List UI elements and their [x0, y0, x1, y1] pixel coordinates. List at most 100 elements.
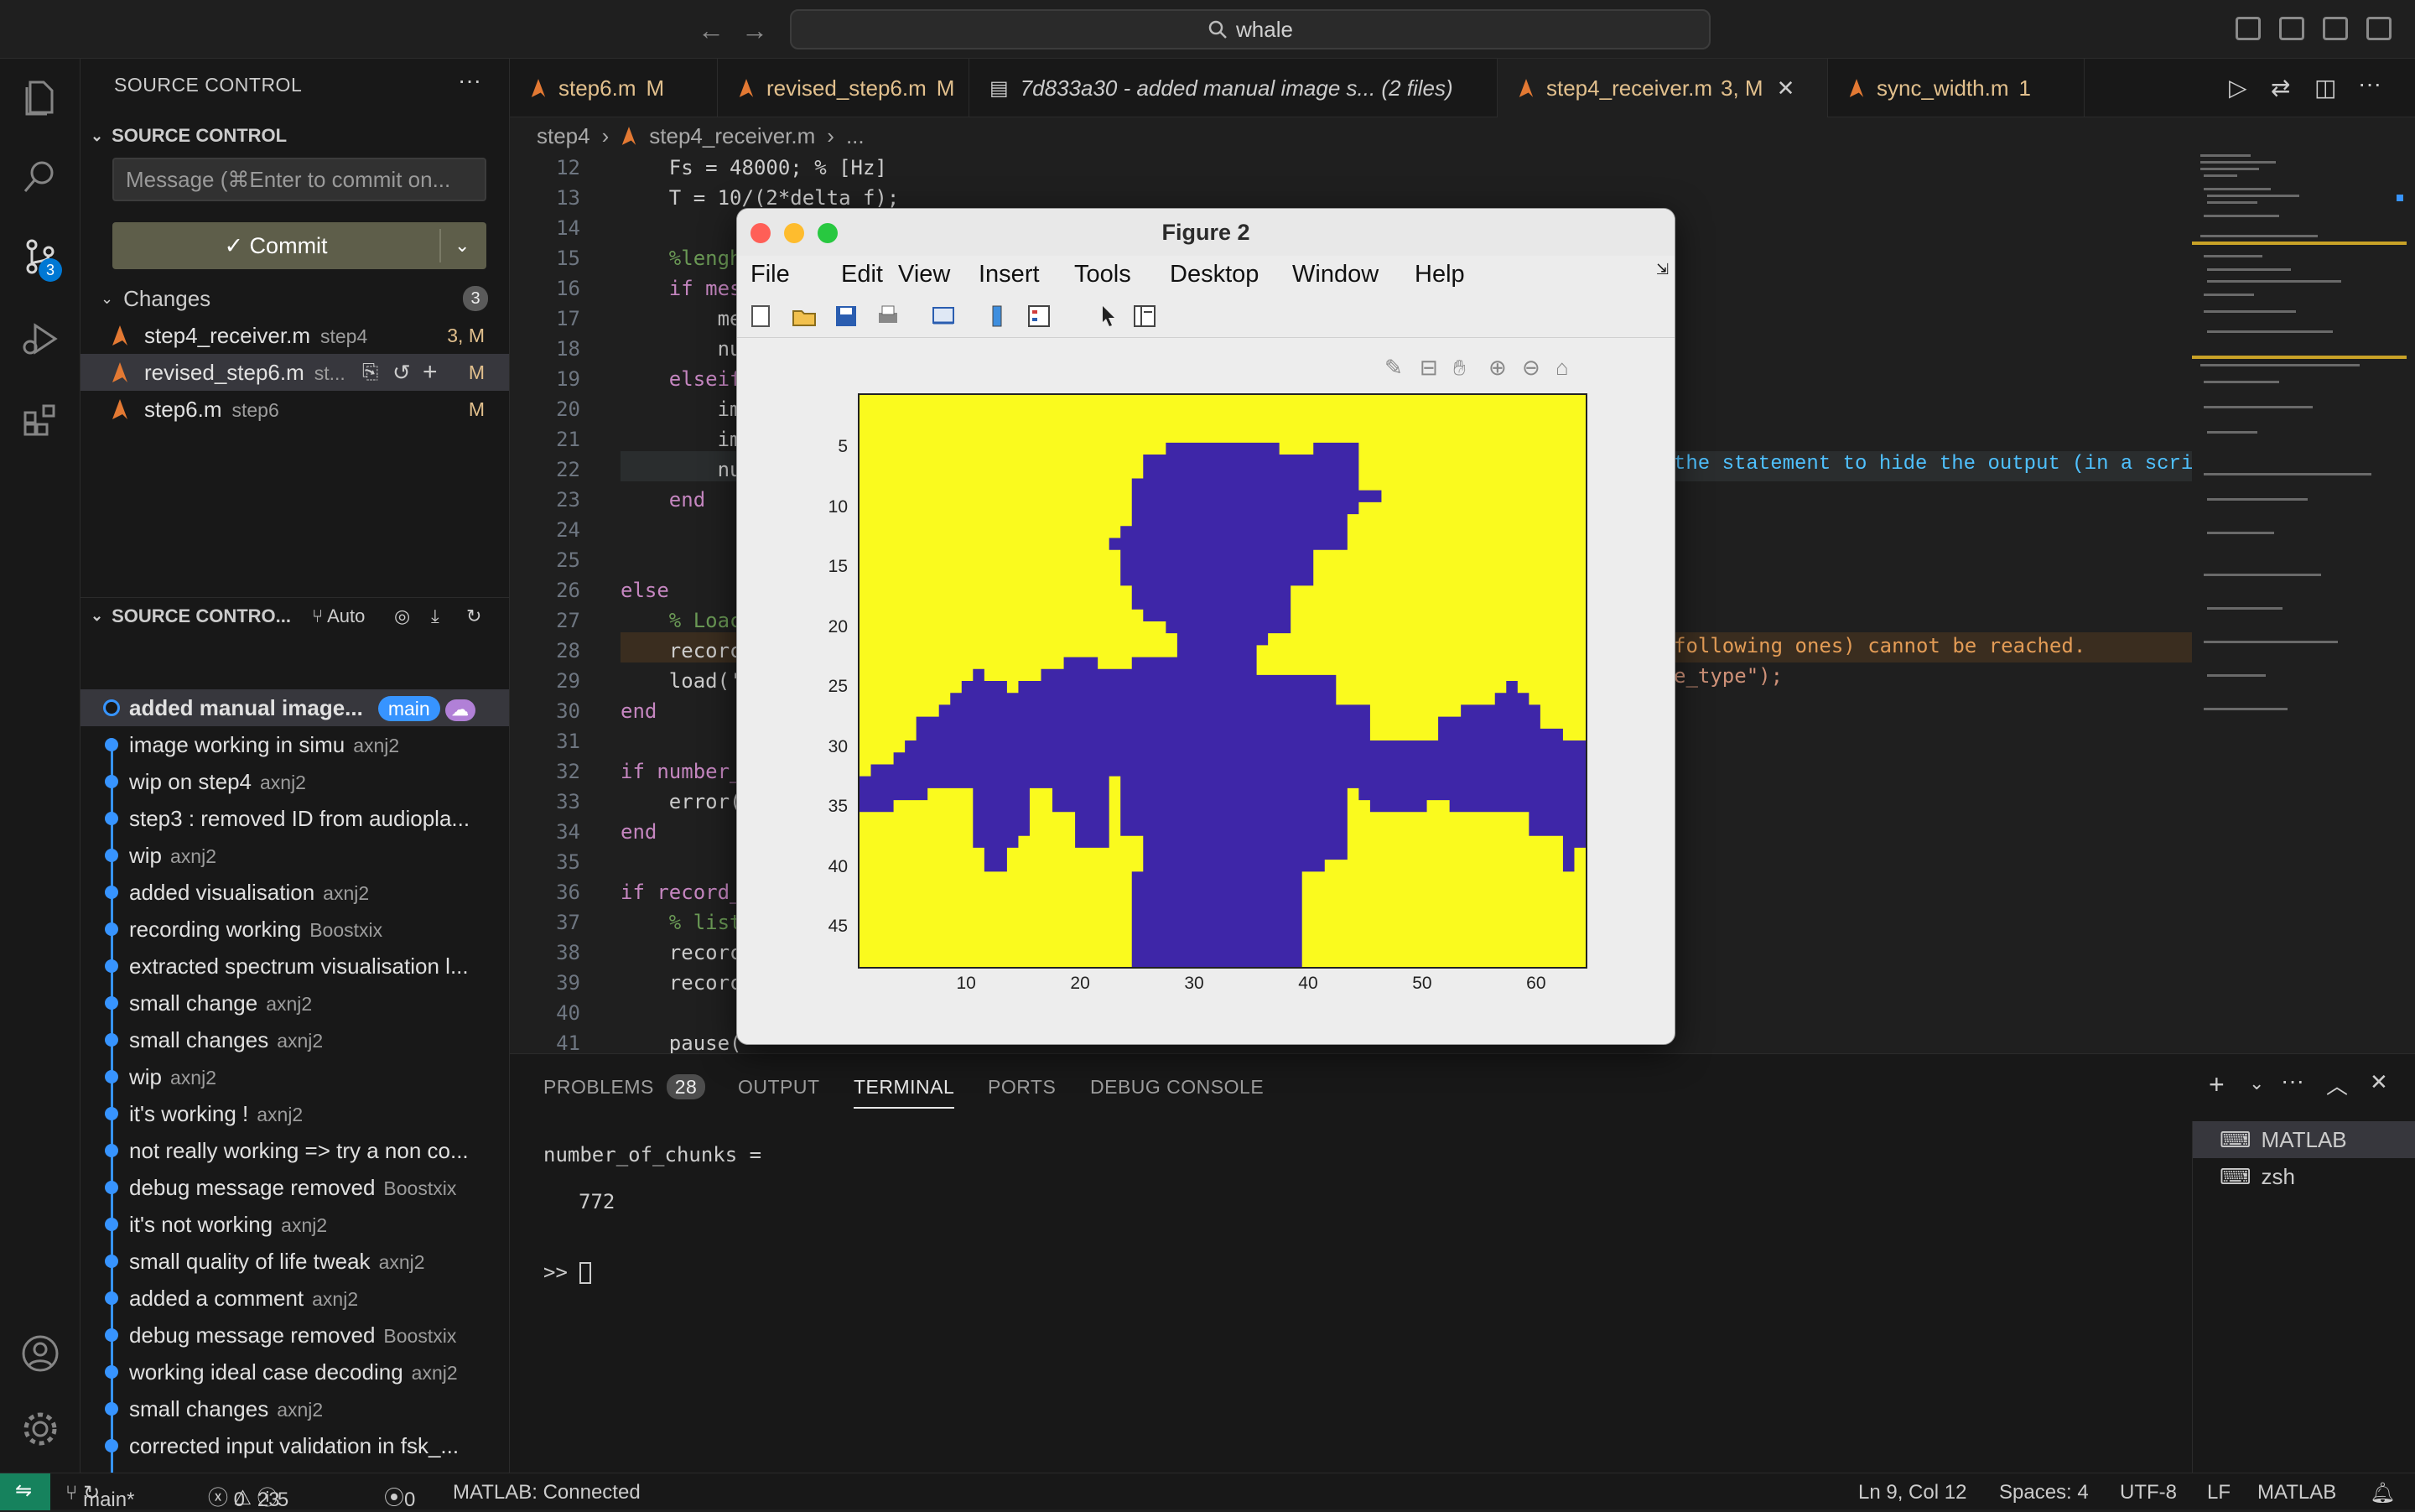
dock-figure-icon[interactable]: ⇲ — [1656, 261, 1669, 278]
remote-indicator[interactable]: ⇋ — [0, 1473, 50, 1510]
property-inspector-icon[interactable] — [1131, 303, 1158, 330]
commit-row[interactable]: it's working ! axnj2 — [80, 1095, 509, 1132]
command-center-search[interactable]: whale — [790, 9, 1711, 49]
auto-branch-selector[interactable]: ⑂ Auto — [312, 605, 365, 627]
graph-section-header[interactable]: ⌄ SOURCE CONTRO... ⑂ Auto ◎ ⤓ ↻ — [80, 597, 509, 634]
indentation[interactable]: Spaces: 4 — [1999, 1481, 2089, 1504]
commit-row[interactable]: wip axnj2 — [80, 1058, 509, 1095]
brush-icon[interactable]: ✎ — [1384, 355, 1403, 381]
zoom-out-icon[interactable]: ⊖ — [1522, 355, 1540, 381]
changes-header[interactable]: ⌄ Changes 3 — [80, 280, 509, 317]
run-debug-icon[interactable] — [20, 319, 60, 359]
commit-row[interactable]: corrected input validation in fsk_... — [80, 1427, 509, 1464]
language-mode[interactable]: MATLAB — [2257, 1481, 2336, 1504]
notifications-bell-icon[interactable]: 🔔︎ — [2370, 1481, 2395, 1505]
zoom-in-icon[interactable]: ⊕ — [1488, 355, 1507, 381]
menu-window[interactable]: Window — [1292, 261, 1379, 288]
source-control-section-header[interactable]: ⌄ SOURCE CONTROL — [80, 117, 509, 154]
terminal-prompt[interactable]: >> — [543, 1260, 592, 1284]
commit-row[interactable]: small change axnj2 — [80, 985, 509, 1021]
open-file-icon[interactable] — [791, 303, 818, 330]
commit-row[interactable]: wip on step4 axnj2 — [80, 763, 509, 800]
commit-row[interactable]: extracted spectrum visualisation l... — [80, 948, 509, 985]
problems-indicator[interactable]: ⓧ 0 ⚠ 23 ⓘ 5 — [208, 1481, 288, 1511]
ports-indicator[interactable]: ⦿ 0 — [384, 1481, 415, 1511]
commit-row[interactable]: small changes axnj2 — [80, 1021, 509, 1058]
menu-file[interactable]: File — [750, 261, 790, 288]
account-icon[interactable] — [20, 1333, 60, 1374]
toggle-secondary-sidebar-icon[interactable] — [2323, 17, 2348, 40]
new-terminal-icon[interactable]: + — [2209, 1069, 2225, 1100]
tab-step6[interactable]: step6.m M — [510, 59, 718, 117]
toggle-panel-icon[interactable] — [2279, 17, 2304, 40]
line-ending[interactable]: LF — [2207, 1481, 2231, 1504]
open-file-icon[interactable]: ⎘ — [362, 361, 378, 384]
data-tips-icon[interactable]: ⊟ — [1420, 355, 1438, 381]
tab-output[interactable]: OUTPUT — [738, 1076, 820, 1099]
tab-revised-step6[interactable]: revised_step6.m M — [718, 59, 969, 117]
commit-row[interactable]: not really working => try a non co... — [80, 1132, 509, 1169]
commit-button[interactable]: ✓ Commit ⌄ — [112, 222, 486, 269]
commit-row[interactable]: small quality of life tweak axnj2 — [80, 1243, 509, 1280]
branch-indicator[interactable]: ⑂ main* ↻ — [65, 1481, 134, 1511]
cursor-position[interactable]: Ln 9, Col 12 — [1858, 1481, 1966, 1504]
commit-message-input[interactable]: Message (⌘Enter to commit on... — [112, 158, 486, 201]
forward-arrow-icon[interactable]: → — [741, 15, 768, 46]
menu-help[interactable]: Help — [1415, 261, 1465, 288]
changed-file-row[interactable]: step4_receiver.m step4 3, M — [80, 317, 509, 354]
changed-file-row[interactable]: revised_step6.m st... ⎘ ↺ + M — [80, 354, 509, 391]
split-editor-icon[interactable]: ◫ — [2314, 74, 2336, 101]
discard-changes-icon[interactable]: ↺ — [392, 360, 411, 386]
commit-row[interactable]: step3 : removed ID from audiopla... — [80, 800, 509, 837]
pan-hand-icon[interactable]: ✋︎ — [1453, 355, 1466, 382]
search-icon[interactable] — [20, 156, 60, 196]
commit-row[interactable]: debug message removed Boostxix — [80, 1317, 509, 1354]
close-panel-icon[interactable]: ✕ — [2370, 1069, 2388, 1095]
pointer-icon[interactable] — [1096, 303, 1123, 330]
run-icon[interactable]: ▷ — [2229, 74, 2247, 101]
commit-row[interactable]: it's not working axnj2 — [80, 1206, 509, 1243]
commit-row[interactable]: wip axnj2 — [80, 837, 509, 874]
tab-problems[interactable]: PROBLEMS 28 — [543, 1074, 706, 1099]
home-icon[interactable]: ⌂ — [1555, 355, 1569, 381]
menu-insert[interactable]: Insert — [979, 261, 1040, 288]
breadcrumb-symbol[interactable]: ... — [846, 123, 865, 149]
settings-gear-icon[interactable] — [20, 1409, 60, 1449]
more-actions-icon[interactable]: ··· — [458, 67, 481, 94]
customize-layout-icon[interactable] — [2366, 17, 2392, 40]
insert-legend-icon[interactable] — [1026, 303, 1052, 330]
commit-row[interactable]: image working in simu axnj2 — [80, 726, 509, 763]
refresh-icon[interactable]: ↻ — [466, 605, 481, 627]
toggle-sidebar-icon[interactable] — [2236, 17, 2261, 40]
commit-row[interactable]: step4_receiver not working yetB... — [80, 1464, 509, 1473]
menu-tools[interactable]: Tools — [1074, 261, 1131, 288]
tab-sync-width[interactable]: sync_width.m 1 — [1828, 59, 2085, 117]
minimize-window-button[interactable] — [784, 223, 804, 243]
source-control-icon[interactable]: 3 — [20, 236, 62, 282]
tab-terminal[interactable]: TERMINAL — [854, 1076, 955, 1109]
commit-row[interactable]: recording working Boostxix — [80, 911, 509, 948]
save-icon[interactable] — [833, 303, 860, 330]
menu-view[interactable]: View — [898, 261, 950, 288]
close-tab-icon[interactable]: ✕ — [1777, 75, 1795, 101]
editor-more-icon[interactable]: ··· — [2358, 70, 2381, 97]
encoding[interactable]: UTF-8 — [2120, 1481, 2177, 1504]
commit-row[interactable]: added a comment axnj2 — [80, 1280, 509, 1317]
commit-row[interactable]: working ideal case decoding axnj2 — [80, 1354, 509, 1390]
extensions-icon[interactable] — [20, 399, 60, 439]
insert-colorbar-icon[interactable] — [984, 303, 1010, 330]
tab-step4-receiver[interactable]: step4_receiver.m 3, M ✕ — [1498, 59, 1828, 117]
print-icon[interactable] — [875, 303, 901, 330]
menu-edit[interactable]: Edit — [841, 261, 883, 288]
tab-commit-diff[interactable]: ▤ 7d833a30 - added manual image s... (2 f… — [969, 59, 1498, 117]
figure-title-bar[interactable]: Figure 2 — [737, 209, 1675, 256]
menu-desktop[interactable]: Desktop — [1170, 261, 1259, 288]
back-arrow-icon[interactable]: ← — [698, 15, 724, 46]
maximize-panel-icon[interactable]: ︿ — [2326, 1069, 2348, 1100]
commit-row[interactable]: added visualisation axnj2 — [80, 874, 509, 911]
commit-row[interactable]: debug message removed Boostxix — [80, 1169, 509, 1206]
explorer-icon[interactable] — [20, 77, 60, 117]
zoom-window-button[interactable] — [818, 223, 838, 243]
terminal-item-zsh[interactable]: ⌨ zsh — [2193, 1158, 2415, 1195]
commit-row[interactable]: small changes axnj2 — [80, 1390, 509, 1427]
